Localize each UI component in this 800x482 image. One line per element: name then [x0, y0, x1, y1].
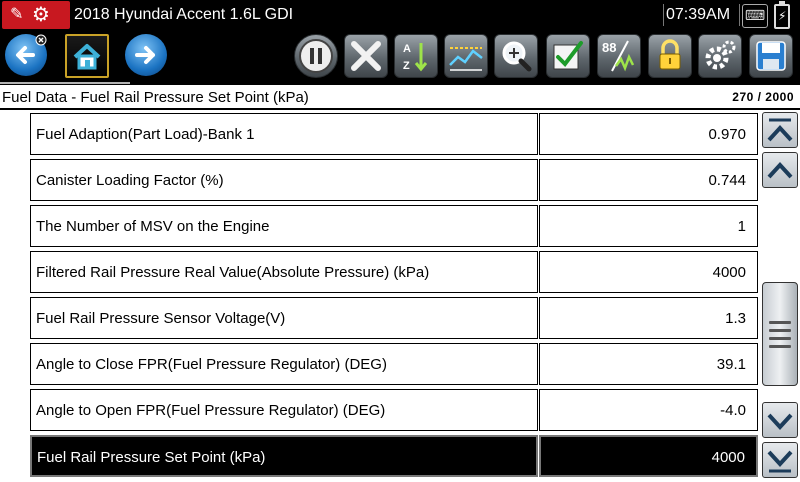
pid-name: Fuel Rail Pressure Set Point (kPa): [30, 435, 538, 477]
svg-text:Z: Z: [403, 60, 410, 72]
home-icon: [73, 44, 101, 70]
pid-value: 1.3: [539, 297, 758, 339]
grip-line: [769, 337, 791, 340]
sort-button[interactable]: A Z: [394, 34, 438, 78]
settings-button[interactable]: [698, 34, 742, 78]
scroll-top-button[interactable]: [762, 112, 798, 148]
data-header: Fuel Data - Fuel Rail Pressure Set Point…: [0, 84, 800, 110]
scrollbar[interactable]: [760, 110, 800, 480]
check-icon: [553, 41, 583, 70]
page-title: Fuel Data - Fuel Rail Pressure Set Point…: [2, 89, 309, 106]
list-item-selected[interactable]: Fuel Rail Pressure Set Point (kPa) 4000: [30, 435, 760, 479]
sort-icon: A Z: [403, 43, 428, 72]
settings-icon: [705, 40, 736, 70]
list-item[interactable]: Fuel Adaption(Part Load)-Bank 1 0.970: [30, 113, 760, 157]
double-chevron-up-icon: [767, 118, 793, 142]
select-button[interactable]: [546, 34, 590, 78]
scanner-logo-icon[interactable]: ✎ ⚙: [2, 1, 70, 29]
pid-name: Fuel Adaption(Part Load)-Bank 1: [30, 113, 538, 155]
pid-value: 39.1: [539, 343, 758, 385]
list-item[interactable]: Angle to Close FPR(Fuel Pressure Regulat…: [30, 343, 760, 387]
list-item[interactable]: Filtered Rail Pressure Real Value(Absolu…: [30, 251, 760, 295]
grip-line: [769, 329, 791, 332]
list-item[interactable]: Angle to Open FPR(Fuel Pressure Regulato…: [30, 389, 760, 433]
grip-line: [769, 321, 791, 324]
double-chevron-down-icon: [767, 450, 793, 473]
pid-value: -4.0: [539, 389, 758, 431]
pid-name: Fuel Rail Pressure Sensor Voltage(V): [30, 297, 538, 339]
home-button[interactable]: [65, 34, 109, 78]
lock-button[interactable]: [648, 34, 692, 78]
save-icon: [756, 41, 786, 71]
battery-icon: ⚡: [774, 1, 790, 29]
back-icon: [16, 34, 47, 64]
vehicle-title: 2018 Hyundai Accent 1.6L GDI: [74, 6, 294, 23]
pid-name: Filtered Rail Pressure Real Value(Absolu…: [30, 251, 538, 293]
data-list: Fuel Adaption(Part Load)-Bank 1 0.970 Ca…: [30, 113, 760, 480]
clock: 07:39AM: [666, 6, 731, 23]
pid-value: 1: [539, 205, 758, 247]
forward-icon: [135, 46, 155, 64]
chevron-up-icon: [767, 162, 793, 179]
zoom-icon: [502, 41, 532, 72]
pid-name: Angle to Close FPR(Fuel Pressure Regulat…: [30, 343, 538, 385]
chevron-down-icon: [767, 413, 793, 430]
pid-count: 270 / 2000: [732, 90, 794, 104]
units-button[interactable]: 88: [597, 34, 641, 78]
pid-name: The Number of MSV on the Engine: [30, 205, 538, 247]
list-item[interactable]: Canister Loading Factor (%) 0.744: [30, 159, 760, 203]
pid-name: Canister Loading Factor (%): [30, 159, 538, 201]
pause-icon: [299, 39, 333, 73]
graph-icon: [449, 47, 483, 71]
forward-button[interactable]: [125, 34, 167, 76]
graph-button[interactable]: [444, 34, 488, 78]
units-icon: 88: [602, 40, 635, 72]
connection-status-icon: ⌨: [742, 4, 768, 28]
scroll-up-button[interactable]: [762, 152, 798, 188]
pid-value: 0.970: [539, 113, 758, 155]
pid-value: 4000: [539, 435, 758, 477]
scroll-bottom-button[interactable]: [762, 442, 798, 478]
list-item[interactable]: Fuel Rail Pressure Sensor Voltage(V) 1.3: [30, 297, 760, 341]
scroll-thumb[interactable]: [762, 282, 798, 386]
svg-text:A: A: [403, 43, 411, 55]
title-bar: ✎ ⚙ 2018 Hyundai Accent 1.6L GDI 07:39AM…: [0, 0, 800, 30]
clear-button[interactable]: [344, 34, 388, 78]
scroll-down-button[interactable]: [762, 402, 798, 438]
pause-button[interactable]: [294, 34, 338, 78]
pid-name: Angle to Open FPR(Fuel Pressure Regulato…: [30, 389, 538, 431]
title-divider: [739, 4, 740, 26]
zoom-button[interactable]: [494, 34, 538, 78]
pid-value: 4000: [539, 251, 758, 293]
lock-icon: [659, 39, 681, 70]
clear-icon: [351, 41, 381, 71]
save-button[interactable]: [749, 34, 793, 78]
svg-text:88: 88: [602, 40, 616, 55]
pid-value: 0.744: [539, 159, 758, 201]
grip-line: [769, 345, 791, 348]
title-divider: [663, 4, 664, 26]
list-item[interactable]: The Number of MSV on the Engine 1: [30, 205, 760, 249]
back-button[interactable]: [5, 34, 47, 76]
